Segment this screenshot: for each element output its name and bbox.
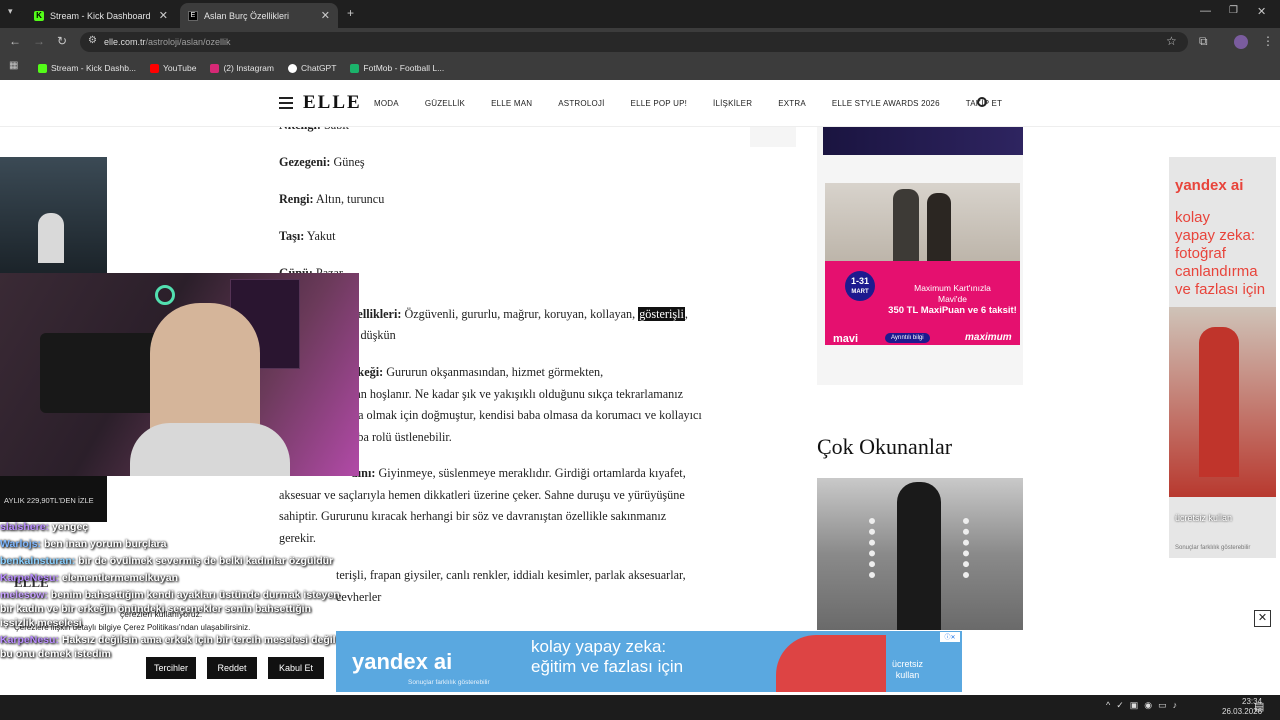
notifications-icon[interactable]: ▤	[1254, 700, 1264, 713]
apps-grid-icon[interactable]: ▦	[9, 60, 18, 71]
elle-favicon-icon: E	[188, 10, 198, 21]
close-ad-icon[interactable]: ✕	[1254, 610, 1271, 627]
bookmark-instagram[interactable]: (2) Instagram	[210, 63, 274, 73]
address-bar[interactable]: elle.com.tr/astroloji/aslan/ozellik	[80, 32, 1188, 52]
taskbar: 23:34 26.03.2026 ^✓▣◉▭♪ ▤	[0, 695, 1280, 720]
model-figure	[927, 193, 951, 263]
search-icon[interactable]	[977, 97, 987, 107]
instagram-icon	[210, 63, 220, 73]
tab-search-icon[interactable]: ▾	[8, 6, 13, 17]
tab-kick-dashboard[interactable]: K Stream - Kick Dashboard ✕	[26, 3, 176, 28]
chatgpt-icon	[287, 63, 297, 73]
mavi-ad[interactable]: 1-31 MART Maximum Kart'ınızla Mavi'de 350…	[825, 183, 1020, 345]
erkegi-paragraph: rkeği: Gururun okşanmasından, hizmet gör…	[352, 365, 702, 444]
date-badge: 1-31 MART	[845, 271, 875, 301]
nav-extra[interactable]: EXTRA	[778, 99, 806, 108]
bookmark-fotmob[interactable]: FotMob - Football L...	[350, 63, 444, 73]
left-ad[interactable]	[0, 157, 107, 277]
reload-icon[interactable]: ↻	[57, 34, 67, 48]
gezegen-row: Gezegeni: Güneş	[279, 155, 365, 169]
adchoices-icon[interactable]: ⓘ✕	[940, 632, 960, 642]
kick-icon	[38, 63, 47, 73]
bookmark-star-icon[interactable]: ☆	[1166, 34, 1177, 48]
yandex-logo: yandex ai	[1175, 177, 1244, 194]
new-tab-icon[interactable]: +	[347, 6, 354, 20]
bookmark-kick[interactable]: Stream - Kick Dashb...	[38, 63, 136, 73]
tas-row: Taşı: Yakut	[279, 229, 336, 243]
close-icon[interactable]: ✕	[159, 9, 168, 22]
light-ring	[155, 285, 175, 305]
site-info-icon[interactable]: ⚙	[88, 35, 97, 46]
renk-row: Rengi: Altın, turuncu	[279, 192, 385, 206]
yandex-headline: kolay yapay zeka: eğitim ve fazlası için	[531, 637, 684, 676]
yandex-cta[interactable]: ücretsiz kullan	[1175, 513, 1232, 523]
stil-paragraph: terişli, frapan giysiler, canlı renkler,…	[336, 568, 686, 604]
extensions-icon[interactable]: ⧉	[1199, 34, 1208, 49]
restore-icon[interactable]: ❐	[1229, 5, 1238, 16]
yandex-side-ad[interactable]: yandex ai kolay yapay zeka: fotoğraf canlan…	[1169, 157, 1276, 558]
main-nav: MODA GÜZELLİK ELLE MAN ASTROLOJİ ELLE PO…	[374, 99, 1028, 108]
hamburger-menu-icon[interactable]	[279, 97, 293, 109]
nav-style-awards[interactable]: ELLE STYLE AWARDS 2026	[832, 99, 940, 108]
stream-chat: slaishere: yengeç Warlojs: ben inan yoru…	[0, 520, 340, 664]
ad-banner-top[interactable]	[823, 127, 1023, 155]
cok-okunanlar-heading: Çok Okunanlar	[817, 434, 953, 459]
webcam-overlay	[0, 273, 359, 476]
back-icon[interactable]: ←	[9, 34, 21, 48]
kick-icon: K	[34, 10, 44, 21]
url-path: /astroloji/aslan/ozellik	[145, 37, 231, 47]
elle-logo[interactable]: ELLE	[303, 92, 362, 114]
monitor	[40, 333, 160, 413]
mavi-logo: mavi	[833, 333, 859, 345]
selected-text: gösterişli	[638, 307, 685, 321]
chat-message: benkalnsturan: bir de övülmek severmiş d…	[0, 555, 334, 567]
yandex-logo: yandex ai	[352, 649, 453, 674]
bookmarks-bar: Stream - Kick Dashb... YouTube (2) Insta…	[0, 56, 1280, 80]
forward-icon[interactable]: →	[33, 34, 45, 48]
subscribe-banner[interactable]: AYLIK 229,90TL'DEN İZLE	[0, 476, 107, 522]
nav-astroloji[interactable]: ASTROLOJİ	[558, 99, 604, 108]
popular-article-image[interactable]	[817, 478, 1023, 630]
model-figure	[893, 189, 919, 263]
yandex-bottom-ad[interactable]: yandex ai kolay yapay zeka: eğitim ve faz…	[336, 631, 962, 692]
details-button[interactable]: Ayrıntılı bilgi	[885, 333, 930, 343]
yandex-headline: kolay yapay zeka: fotoğraf canlandırma ve fa…	[1175, 209, 1266, 298]
tab-title: Aslan Burç Özellikleri	[204, 10, 290, 21]
streamer-shirt	[130, 423, 290, 476]
promo-text: Maximum Kart'ınızla Mavi'de 350 TL MaxiP…	[888, 283, 1017, 316]
nav-guzellik[interactable]: GÜZELLİK	[425, 99, 465, 108]
nav-elle-pop-up[interactable]: ELLE POP UP!	[631, 99, 688, 108]
minimize-icon[interactable]: —	[1200, 5, 1211, 17]
fotmob-icon	[350, 63, 360, 73]
tab-title: Stream - Kick Dashboard	[50, 10, 151, 21]
bookmark-chatgpt[interactable]: ChatGPT	[287, 63, 336, 73]
share-box[interactable]	[750, 127, 796, 147]
nav-moda[interactable]: MODA	[374, 99, 399, 108]
bookmark-youtube[interactable]: YouTube	[150, 63, 196, 73]
url-host: elle.com.tr	[104, 37, 146, 47]
chat-message: KarpeNesu: Haksız değilsin ama erkek içi…	[0, 634, 336, 660]
tray-icons[interactable]: ^✓▣◉▭♪	[1106, 700, 1183, 711]
chat-message: Warlojs: ben inan yorum burçlara	[0, 538, 167, 550]
nav-elle-man[interactable]: ELLE MAN	[491, 99, 532, 108]
profile-avatar[interactable]	[1234, 35, 1248, 49]
chat-message: melesow: benim bahsettiğim kendi ayaklar…	[0, 589, 340, 629]
ozellikler-paragraph: zellikleri: Özgüvenli, gururlu, mağrur, …	[352, 307, 688, 342]
youtube-icon	[150, 63, 160, 73]
close-icon[interactable]: ✕	[321, 9, 330, 22]
maximum-logo: maximum	[965, 332, 1012, 343]
tab-aslan-burc[interactable]: E Aslan Burç Özellikleri ✕	[180, 3, 338, 28]
nav-iliskiler[interactable]: İLİŞKİLER	[713, 99, 752, 108]
yandex-cta[interactable]: ücretsiz kullan	[892, 659, 923, 681]
chat-message: slaishere: yengeç	[0, 521, 89, 533]
chat-message: KarpeNesu: elementlermemelkuyan	[0, 572, 179, 584]
window-close-icon[interactable]: ✕	[1257, 5, 1266, 18]
menu-kebab-icon[interactable]: ⋮	[1262, 34, 1274, 48]
